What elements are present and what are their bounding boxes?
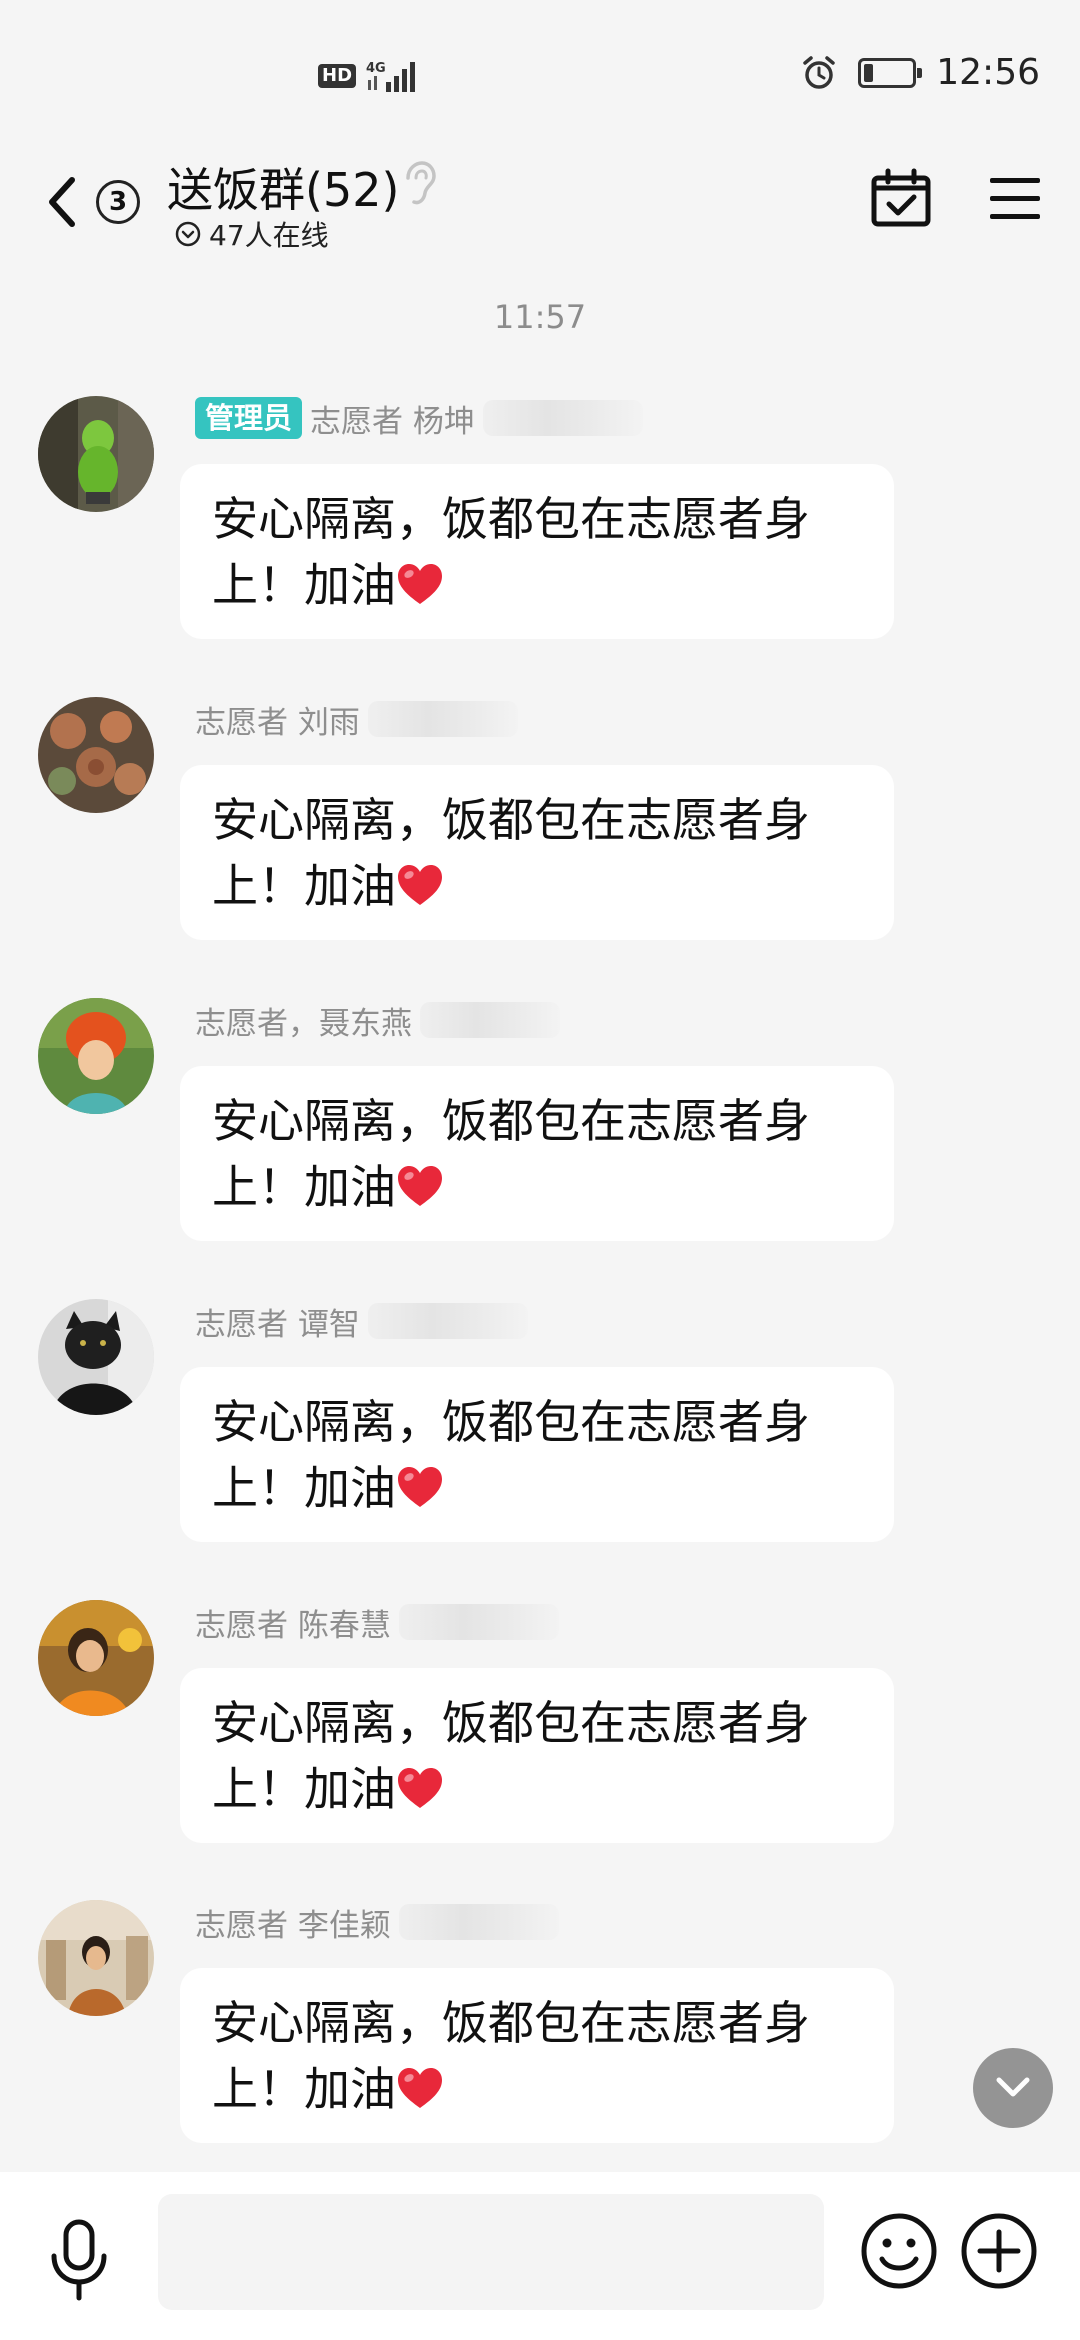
message-text-end: 上！加油 <box>212 2062 396 2116</box>
microphone-icon[interactable] <box>46 2216 112 2306</box>
unread-count-badge[interactable]: 3 <box>96 180 140 224</box>
sender-line: 管理员 志愿者 杨坤 <box>195 396 643 440</box>
message-text-end: 上！加油 <box>212 1160 396 1214</box>
avatar[interactable] <box>38 1600 154 1716</box>
message-bubble[interactable]: 安心隔离，饭都包在志愿者身 上！加油 <box>180 464 894 639</box>
message-text-line1: 安心隔离，饭都包在志愿者身 <box>212 492 810 546</box>
plus-circle-icon[interactable] <box>960 2212 1038 2290</box>
admin-badge: 管理员 <box>195 397 303 439</box>
battery-icon <box>858 57 923 88</box>
ear-icon[interactable] <box>398 160 438 208</box>
redacted-blur <box>482 400 643 436</box>
message-text-line1: 安心隔离，饭都包在志愿者身 <box>212 1696 810 1750</box>
message-bubble[interactable]: 安心隔离，饭都包在志愿者身 上！加油 <box>180 765 894 940</box>
avatar[interactable] <box>38 1299 154 1415</box>
sender-name[interactable]: 志愿者 陈春慧 <box>195 1600 391 1645</box>
message-text-end: 上！加油 <box>212 558 396 612</box>
message-text-line2: 上！加油 <box>212 853 864 919</box>
message-item: 志愿者 刘雨 安心隔离，饭都包在志愿者身 上！加油 <box>0 697 1080 997</box>
back-chevron-icon[interactable] <box>42 172 82 232</box>
message-text-line2: 上！加油 <box>212 1154 864 1220</box>
message-item: 志愿者 谭智 安心隔离，饭都包在志愿者身 上！加油 <box>0 1299 1080 1599</box>
chat-header: 3 送饭群(52) 47人在线 <box>0 150 1080 270</box>
message-text-line1: 安心隔离，饭都包在志愿者身 <box>212 1996 810 2050</box>
input-bar <box>0 2172 1080 2340</box>
sender-line: 志愿者 陈春慧 <box>195 1600 559 1644</box>
menu-icon[interactable] <box>990 178 1040 222</box>
avatar[interactable] <box>38 396 154 512</box>
redacted-blur <box>367 701 518 737</box>
heart-emoji-icon <box>398 1165 442 1206</box>
redacted-blur <box>398 1904 559 1940</box>
message-text-line2: 上！加油 <box>212 2056 864 2122</box>
message-item: 志愿者 陈春慧 安心隔离，饭都包在志愿者身 上！加油 <box>0 1600 1080 1900</box>
message-text-end: 上！加油 <box>212 859 396 913</box>
chat-timestamp: 11:57 <box>493 298 587 336</box>
avatar[interactable] <box>38 998 154 1114</box>
group-title[interactable]: 送饭群(52) <box>167 154 399 220</box>
sender-name[interactable]: 志愿者，聂东燕 <box>195 998 412 1043</box>
message-text-line2: 上！加油 <box>212 1455 864 1521</box>
sender-line: 志愿者 谭智 <box>195 1299 528 1343</box>
message-text-line2: 上！加油 <box>212 1756 864 1822</box>
avatar[interactable] <box>38 1900 154 2016</box>
message-text-line1: 安心隔离，饭都包在志愿者身 <box>212 1395 810 1449</box>
calendar-check-icon[interactable] <box>870 168 932 230</box>
signal-icon: 4G <box>366 61 416 92</box>
smiley-icon[interactable] <box>860 2212 938 2290</box>
message-text-line1: 安心隔离，饭都包在志愿者身 <box>212 793 810 847</box>
online-count-text: 47人在线 <box>209 219 329 252</box>
scroll-to-bottom-button[interactable] <box>973 2048 1053 2128</box>
message-text-line1: 安心隔离，饭都包在志愿者身 <box>212 1094 810 1148</box>
network-type-label: 4G <box>366 61 386 76</box>
message-bubble[interactable]: 安心隔离，饭都包在志愿者身 上！加油 <box>180 1066 894 1241</box>
message-item: 志愿者 李佳颖 安心隔离，饭都包在志愿者身 上！加油 <box>0 1900 1080 2200</box>
heart-emoji-icon <box>398 1466 442 1507</box>
status-right: 12:56 <box>800 52 1040 93</box>
online-status[interactable]: 47人在线 <box>175 214 329 254</box>
sender-name[interactable]: 志愿者 谭智 <box>195 1299 360 1344</box>
redacted-blur <box>420 1002 560 1038</box>
redacted-blur <box>367 1303 528 1339</box>
redacted-blur <box>398 1604 559 1640</box>
message-text-end: 上！加油 <box>212 1461 396 1515</box>
sender-name[interactable]: 志愿者 刘雨 <box>195 697 360 742</box>
status-bar: HD 4G 12:56 <box>0 0 1080 150</box>
message-bubble[interactable]: 安心隔离，饭都包在志愿者身 上！加油 <box>180 1367 894 1542</box>
heart-emoji-icon <box>398 1767 442 1808</box>
message-text-end: 上！加油 <box>212 1762 396 1816</box>
heart-emoji-icon <box>398 864 442 905</box>
message-bubble[interactable]: 安心隔离，饭都包在志愿者身 上！加油 <box>180 1968 894 2143</box>
heart-emoji-icon <box>398 563 442 604</box>
heart-emoji-icon <box>398 2067 442 2108</box>
message-input[interactable] <box>158 2194 824 2310</box>
sender-line: 志愿者 李佳颖 <box>195 1900 559 1944</box>
hd-badge: HD <box>318 64 357 88</box>
clock: 12:56 <box>936 52 1040 93</box>
message-text-line2: 上！加油 <box>212 552 864 618</box>
chevron-down-circle-icon <box>175 221 201 247</box>
message-bubble[interactable]: 安心隔离，饭都包在志愿者身 上！加油 <box>180 1668 894 1843</box>
alarm-icon <box>803 55 835 89</box>
message-item: 管理员 志愿者 杨坤 安心隔离，饭都包在志愿者身 上！加油 <box>0 396 1080 696</box>
sender-name[interactable]: 志愿者 杨坤 <box>310 396 475 441</box>
message-item: 志愿者，聂东燕 安心隔离，饭都包在志愿者身 上！加油 <box>0 998 1080 1298</box>
avatar[interactable] <box>38 697 154 813</box>
sender-line: 志愿者，聂东燕 <box>195 998 560 1042</box>
sender-line: 志愿者 刘雨 <box>195 697 518 741</box>
network-indicator: HD 4G <box>318 58 424 94</box>
sender-name[interactable]: 志愿者 李佳颖 <box>195 1900 391 1945</box>
chevron-down-icon <box>996 2077 1030 2097</box>
